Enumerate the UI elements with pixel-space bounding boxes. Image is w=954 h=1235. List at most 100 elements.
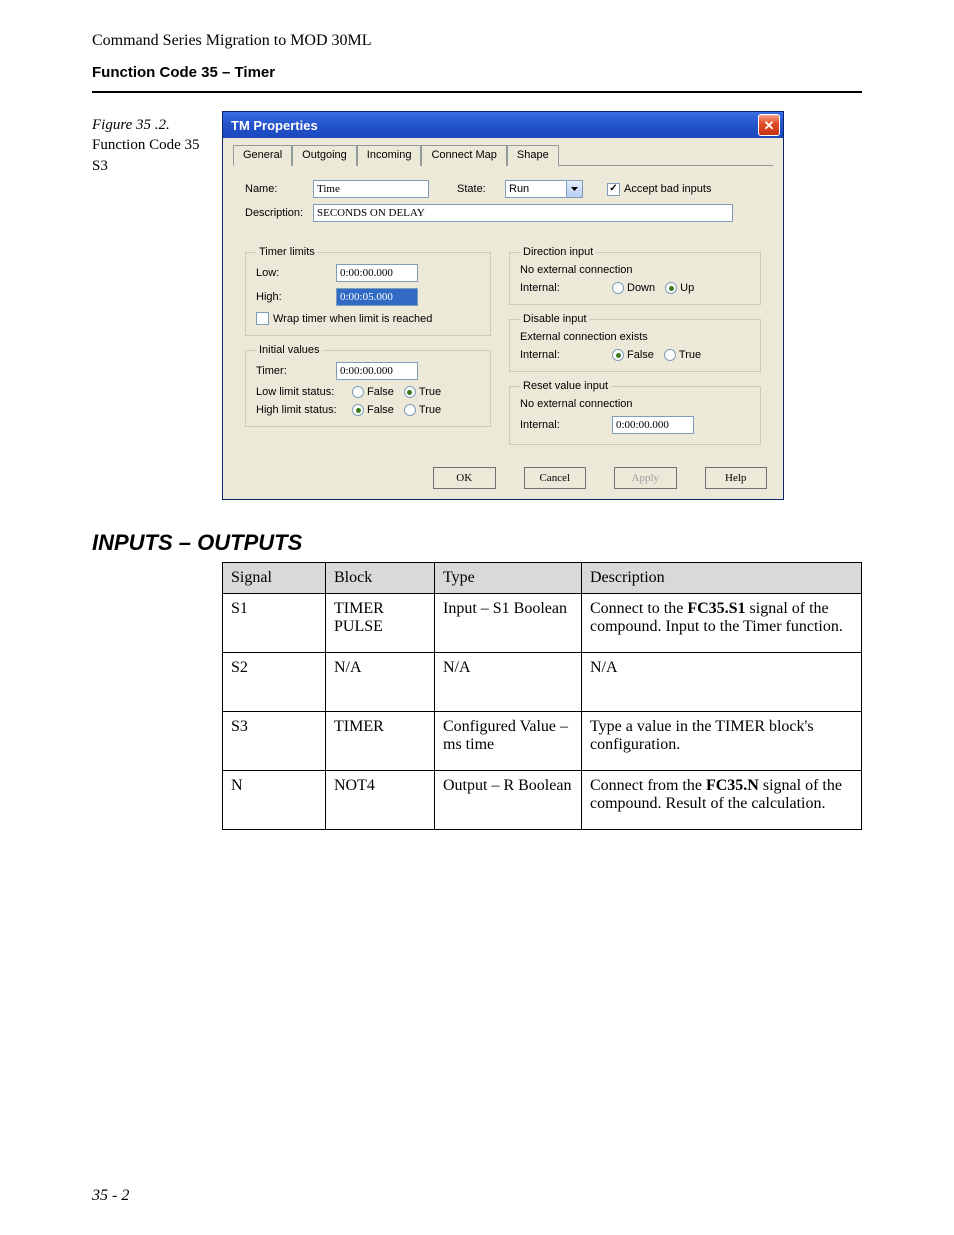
radio-label-true: True <box>679 349 701 361</box>
state-value: Run <box>506 183 566 195</box>
timer-limits-group: Timer limits Low: High: <box>245 246 491 336</box>
table-row: S2N/AN/AN/A <box>223 653 862 712</box>
cell-signal: S1 <box>223 594 326 653</box>
direction-up-radio[interactable]: Up <box>665 282 694 294</box>
cell-signal: S3 <box>223 712 326 771</box>
low-input[interactable] <box>336 264 418 282</box>
cell-signal: S2 <box>223 653 326 712</box>
timer-label: Timer: <box>256 365 336 377</box>
direction-down-radio[interactable]: Down <box>612 282 655 294</box>
tab-general[interactable]: General <box>233 145 292 166</box>
disable-false-radio[interactable]: False <box>612 349 654 361</box>
wrap-checkbox[interactable]: Wrap timer when limit is reached <box>256 312 480 325</box>
th-block: Block <box>326 563 435 594</box>
cell-block: TIMER <box>326 712 435 771</box>
disable-input-legend: Disable input <box>520 313 590 325</box>
external-exists-text: External connection exists <box>520 331 750 343</box>
doc-header-line2: Function Code 35 – Timer <box>92 64 862 81</box>
radio-label-true: True <box>419 404 441 416</box>
high-limit-true-radio[interactable]: True <box>404 404 441 416</box>
radio-icon <box>352 404 364 416</box>
tab-incoming[interactable]: Incoming <box>357 145 422 166</box>
ok-button[interactable]: OK <box>433 467 496 489</box>
state-dropdown[interactable]: Run <box>505 180 583 198</box>
tab-outgoing[interactable]: Outgoing <box>292 145 357 166</box>
doc-header-line1: Command Series Migration to MOD 30ML <box>92 32 862 50</box>
cell-type: Output – R Boolean <box>435 771 582 830</box>
cell-block: NOT4 <box>326 771 435 830</box>
figure-sub2: S3 <box>92 156 222 176</box>
tab-shape[interactable]: Shape <box>507 145 559 166</box>
internal-label: Internal: <box>520 349 612 361</box>
th-description: Description <box>582 563 862 594</box>
cell-description: Type a value in the TIMER block's config… <box>582 712 862 771</box>
help-button[interactable]: Help <box>705 467 768 489</box>
cell-description: Connect from the FC35.N signal of the co… <box>582 771 862 830</box>
page-number: 35 - 2 <box>92 1187 129 1205</box>
radio-label-down: Down <box>627 282 655 294</box>
th-signal: Signal <box>223 563 326 594</box>
figure-title: Figure 35 .2. <box>92 115 222 135</box>
disable-input-group: Disable input External connection exists… <box>509 313 761 372</box>
high-input[interactable] <box>336 288 418 306</box>
apply-button[interactable]: Apply <box>614 467 677 489</box>
table-row: S3TIMERConfigured Value – ms timeType a … <box>223 712 862 771</box>
checkbox-icon <box>607 183 620 196</box>
description-input[interactable] <box>313 204 733 222</box>
low-label: Low: <box>256 267 336 279</box>
radio-label-true: True <box>419 386 441 398</box>
chevron-down-icon <box>566 181 582 197</box>
cell-type: Input – S1 Boolean <box>435 594 582 653</box>
cancel-button[interactable]: Cancel <box>524 467 587 489</box>
name-input[interactable] <box>313 180 429 198</box>
timer-limits-legend: Timer limits <box>256 246 318 258</box>
name-label: Name: <box>245 183 313 195</box>
radio-icon <box>352 386 364 398</box>
no-external-text: No external connection <box>520 264 750 276</box>
cell-block: N/A <box>326 653 435 712</box>
initial-values-legend: Initial values <box>256 344 323 356</box>
reset-input[interactable] <box>612 416 694 434</box>
low-limit-status-label: Low limit status: <box>256 386 352 398</box>
radio-label-up: Up <box>680 282 694 294</box>
figure-sub1: Function Code 35 <box>92 135 222 155</box>
internal-label: Internal: <box>520 419 612 431</box>
table-header-row: Signal Block Type Description <box>223 563 862 594</box>
cell-type: N/A <box>435 653 582 712</box>
disable-true-radio[interactable]: True <box>664 349 701 361</box>
wrap-label: Wrap timer when limit is reached <box>273 313 432 325</box>
radio-icon <box>612 349 624 361</box>
high-limit-status-label: High limit status: <box>256 404 352 416</box>
dialog-title: TM Properties <box>231 118 318 133</box>
table-row: S1TIMER PULSEInput – S1 BooleanConnect t… <box>223 594 862 653</box>
header-rule <box>92 91 862 93</box>
cell-description: Connect to the FC35.S1 signal of the com… <box>582 594 862 653</box>
tab-connect-map[interactable]: Connect Map <box>421 145 506 166</box>
no-external-text: No external connection <box>520 398 750 410</box>
radio-icon <box>404 404 416 416</box>
high-limit-false-radio[interactable]: False <box>352 404 394 416</box>
direction-input-legend: Direction input <box>520 246 596 258</box>
checkbox-icon <box>256 312 269 325</box>
reset-value-input-group: Reset value input No external connection… <box>509 380 761 445</box>
tab-strip: General Outgoing Incoming Connect Map Sh… <box>233 144 773 166</box>
direction-input-group: Direction input No external connection I… <box>509 246 761 305</box>
radio-icon <box>404 386 416 398</box>
accept-bad-inputs-checkbox[interactable]: Accept bad inputs <box>607 183 711 196</box>
tm-properties-dialog: TM Properties ✕ General Outgoing Incomin… <box>222 111 784 500</box>
radio-icon <box>664 349 676 361</box>
section-title: INPUTS – OUTPUTS <box>92 530 862 556</box>
radio-icon <box>665 282 677 294</box>
timer-input[interactable] <box>336 362 418 380</box>
titlebar[interactable]: TM Properties ✕ <box>223 112 783 138</box>
low-limit-false-radio[interactable]: False <box>352 386 394 398</box>
accept-bad-label: Accept bad inputs <box>624 183 711 195</box>
radio-label-false: False <box>367 386 394 398</box>
table-row: NNOT4Output – R BooleanConnect from the … <box>223 771 862 830</box>
close-button[interactable]: ✕ <box>758 114 780 136</box>
cell-description: N/A <box>582 653 862 712</box>
figure-caption: Figure 35 .2. Function Code 35 S3 <box>92 111 222 176</box>
low-limit-true-radio[interactable]: True <box>404 386 441 398</box>
radio-icon <box>612 282 624 294</box>
description-label: Description: <box>245 207 313 219</box>
